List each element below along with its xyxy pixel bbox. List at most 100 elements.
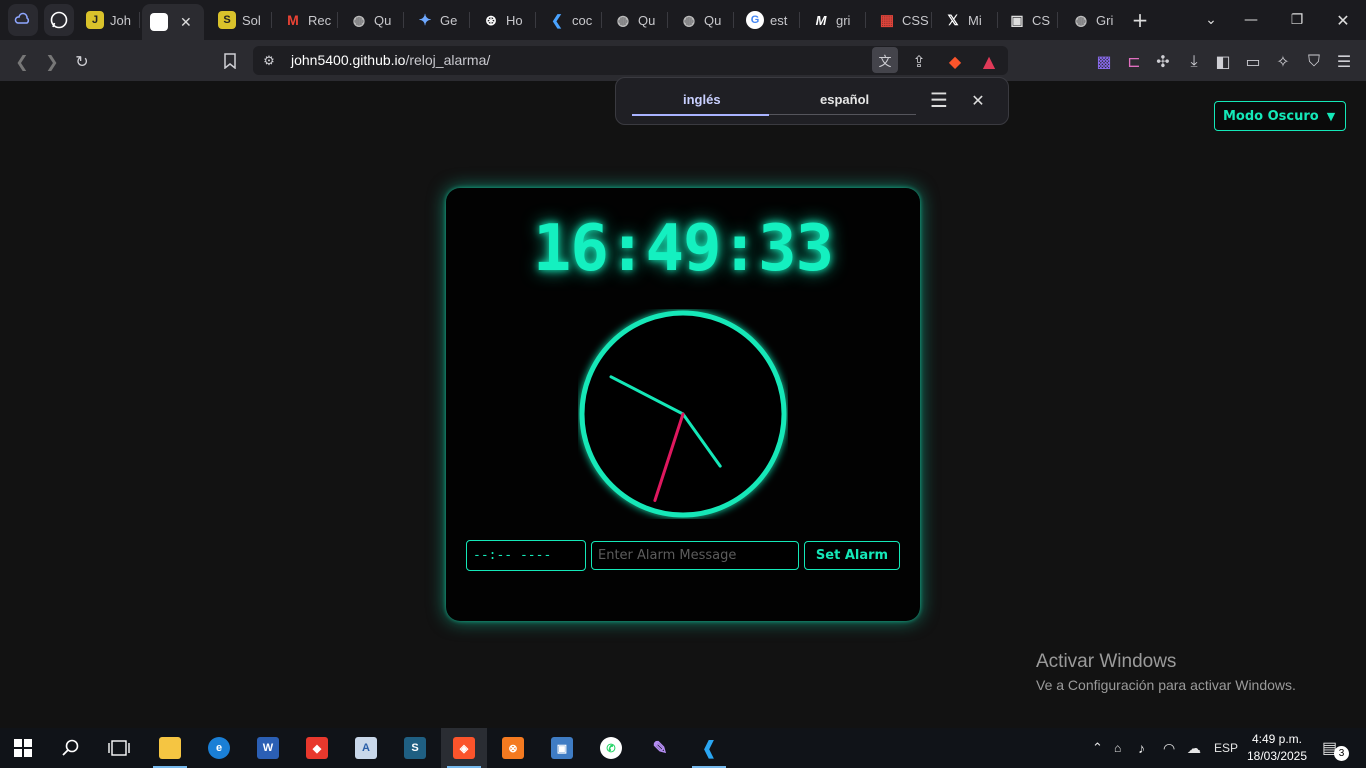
globe-icon: ◍ [1074,11,1088,28]
extension-2-icon[interactable]: ⊏ [1123,50,1145,72]
language-indicator[interactable]: ESP [1214,728,1238,768]
bookmark-icon[interactable] [219,50,241,72]
task-view-button[interactable] [96,728,142,768]
new-tab-button[interactable]: + [1118,0,1162,40]
tray-chevron-icon[interactable]: ⌃ [1092,728,1103,768]
edge-icon: e [208,737,230,759]
wifi-icon[interactable]: ◠ [1163,728,1175,768]
tab-x[interactable]: 𝕏 Mi [936,4,998,36]
notification-count-badge: 3 [1334,746,1349,761]
alarm-message-input[interactable]: Enter Alarm Message [591,541,799,570]
taskbar-clock[interactable]: 4:49 p.m. 18/03/2025 [1246,731,1308,765]
taskbar-edge[interactable]: e [196,728,242,768]
vpn-icon[interactable]: ⛉ [1303,50,1325,72]
menu-icon[interactable]: ☰ [1333,50,1355,72]
tab-gemini[interactable]: ✦ Ge [408,4,470,36]
tab-whatsapp[interactable] [44,4,74,36]
taskbar-sublime[interactable]: S [392,728,438,768]
sidebar-icon[interactable]: ◧ [1212,50,1234,72]
tab-chatgpt[interactable]: ⊛ Ho [474,4,536,36]
extensions-puzzle-icon[interactable]: ✣ [1152,50,1174,72]
analog-clock [579,310,787,518]
leo-ai-icon[interactable]: ✧ [1272,50,1294,72]
forward-button[interactable]: ❯ [41,50,63,72]
watermark-subtitle: Ve a Configuración para activar Windows. [1036,677,1296,693]
tab-target-language[interactable]: español [820,92,869,107]
tab-divider-line [769,114,916,115]
taskbar-whatsapp[interactable]: ✆ [588,728,634,768]
volume-icon[interactable]: ♪ [1138,728,1145,768]
digital-clock: 16:49:33 [532,212,834,286]
taskbar-anydesk[interactable]: ◆ [294,728,340,768]
s-app-icon: S [404,737,426,759]
tab-css-grid[interactable]: ▦ CSS [870,4,932,36]
site-settings-icon[interactable]: ⚙ [258,50,280,72]
url-text[interactable]: john5400.github.io/reloj_alarma/ [291,52,490,68]
tab-qu-2[interactable]: ◍ Qu [606,4,668,36]
globe-icon: ◍ [616,11,630,28]
alarm-time-input[interactable]: --:-- ---- [466,540,586,571]
tab-gri[interactable]: ◍ Gri [1064,4,1122,36]
taskbar-app-viewer[interactable]: A [343,728,389,768]
tab-active[interactable]: ✕ [142,4,204,40]
translate-icon[interactable]: 文 [872,47,898,73]
taskbar-vscode[interactable]: ❰ [686,728,732,768]
taskbar-file-explorer[interactable] [147,728,193,768]
tab-google[interactable]: G est [738,4,800,36]
reload-button[interactable]: ↻ [71,50,93,72]
x-logo-icon: 𝕏 [947,11,959,28]
close-tab-icon[interactable]: ✕ [180,14,192,31]
close-window-button[interactable]: ✕ [1320,0,1366,40]
gmail-icon: M [287,12,299,28]
whatsapp-icon [50,11,68,29]
tab-sol[interactable]: S Sol [210,4,272,36]
extension-1-icon[interactable]: ▩ [1093,50,1115,72]
feather-icon: ✎ [652,737,668,758]
tab-medium[interactable]: M gri [804,4,866,36]
start-button[interactable] [0,728,46,768]
tab-pinned-1[interactable] [8,4,38,36]
tab-codepen[interactable]: ❮ coc [540,4,602,36]
tab-qu-1[interactable]: ◍ Qu [342,4,404,36]
theme-mode-value: Modo Oscuro [1223,108,1319,124]
onedrive-icon[interactable]: ☁ [1187,728,1201,768]
brave-browser-icon: ◈ [453,737,475,759]
globe-icon: ◍ [352,11,366,28]
tab-gmail[interactable]: M Rec [276,4,338,36]
taskbar-feather-app[interactable]: ✎ [637,728,683,768]
globe-icon: ◍ [682,11,696,28]
folder-icon [159,737,181,759]
theme-mode-select[interactable]: Modo Oscuro ▼ [1214,101,1346,131]
share-icon[interactable]: ⇪ [908,50,930,72]
brave-rewards-icon[interactable]: ▲ [978,50,1000,72]
task-view-icon [108,740,130,756]
codeium-icon: ❮ [551,11,563,28]
translate-options-icon[interactable]: ☰ [928,88,950,112]
medium-icon: M [815,12,827,28]
watermark-title: Activar Windows [1036,651,1177,672]
taskbar-brave[interactable]: ◈ [441,728,487,768]
maximize-button[interactable]: ❐ [1274,0,1320,40]
tab-source-language[interactable]: inglés [683,92,721,107]
taskbar-virtualbox[interactable]: ▣ [539,728,585,768]
taskbar-xampp[interactable]: ⊗ [490,728,536,768]
set-alarm-button[interactable]: Set Alarm [804,541,900,570]
word-icon: W [257,737,279,759]
downloads-icon[interactable]: ⤓ [1183,50,1205,72]
book-icon: ▣ [1010,11,1024,28]
wallet-icon[interactable]: ▭ [1242,50,1264,72]
grid-icon: ▦ [879,12,895,29]
tab-qu-3[interactable]: ◍ Qu [672,4,734,36]
cloud-icon [14,12,30,24]
search-button[interactable] [48,728,94,768]
back-button[interactable]: ❮ [11,50,33,72]
taskbar-word[interactable]: W [245,728,291,768]
tab-john[interactable]: J Joh [78,4,140,36]
alarm-message-placeholder: Enter Alarm Message [598,548,737,563]
brave-shield-icon[interactable]: ◆ [944,50,966,72]
chatgpt-icon: ⊛ [485,11,497,28]
tab-css-2[interactable]: ▣ CS [1000,4,1058,36]
minimize-button[interactable]: — [1228,0,1274,40]
close-translate-icon[interactable]: ✕ [967,89,989,111]
network-icon[interactable]: ⌂ [1114,728,1121,768]
